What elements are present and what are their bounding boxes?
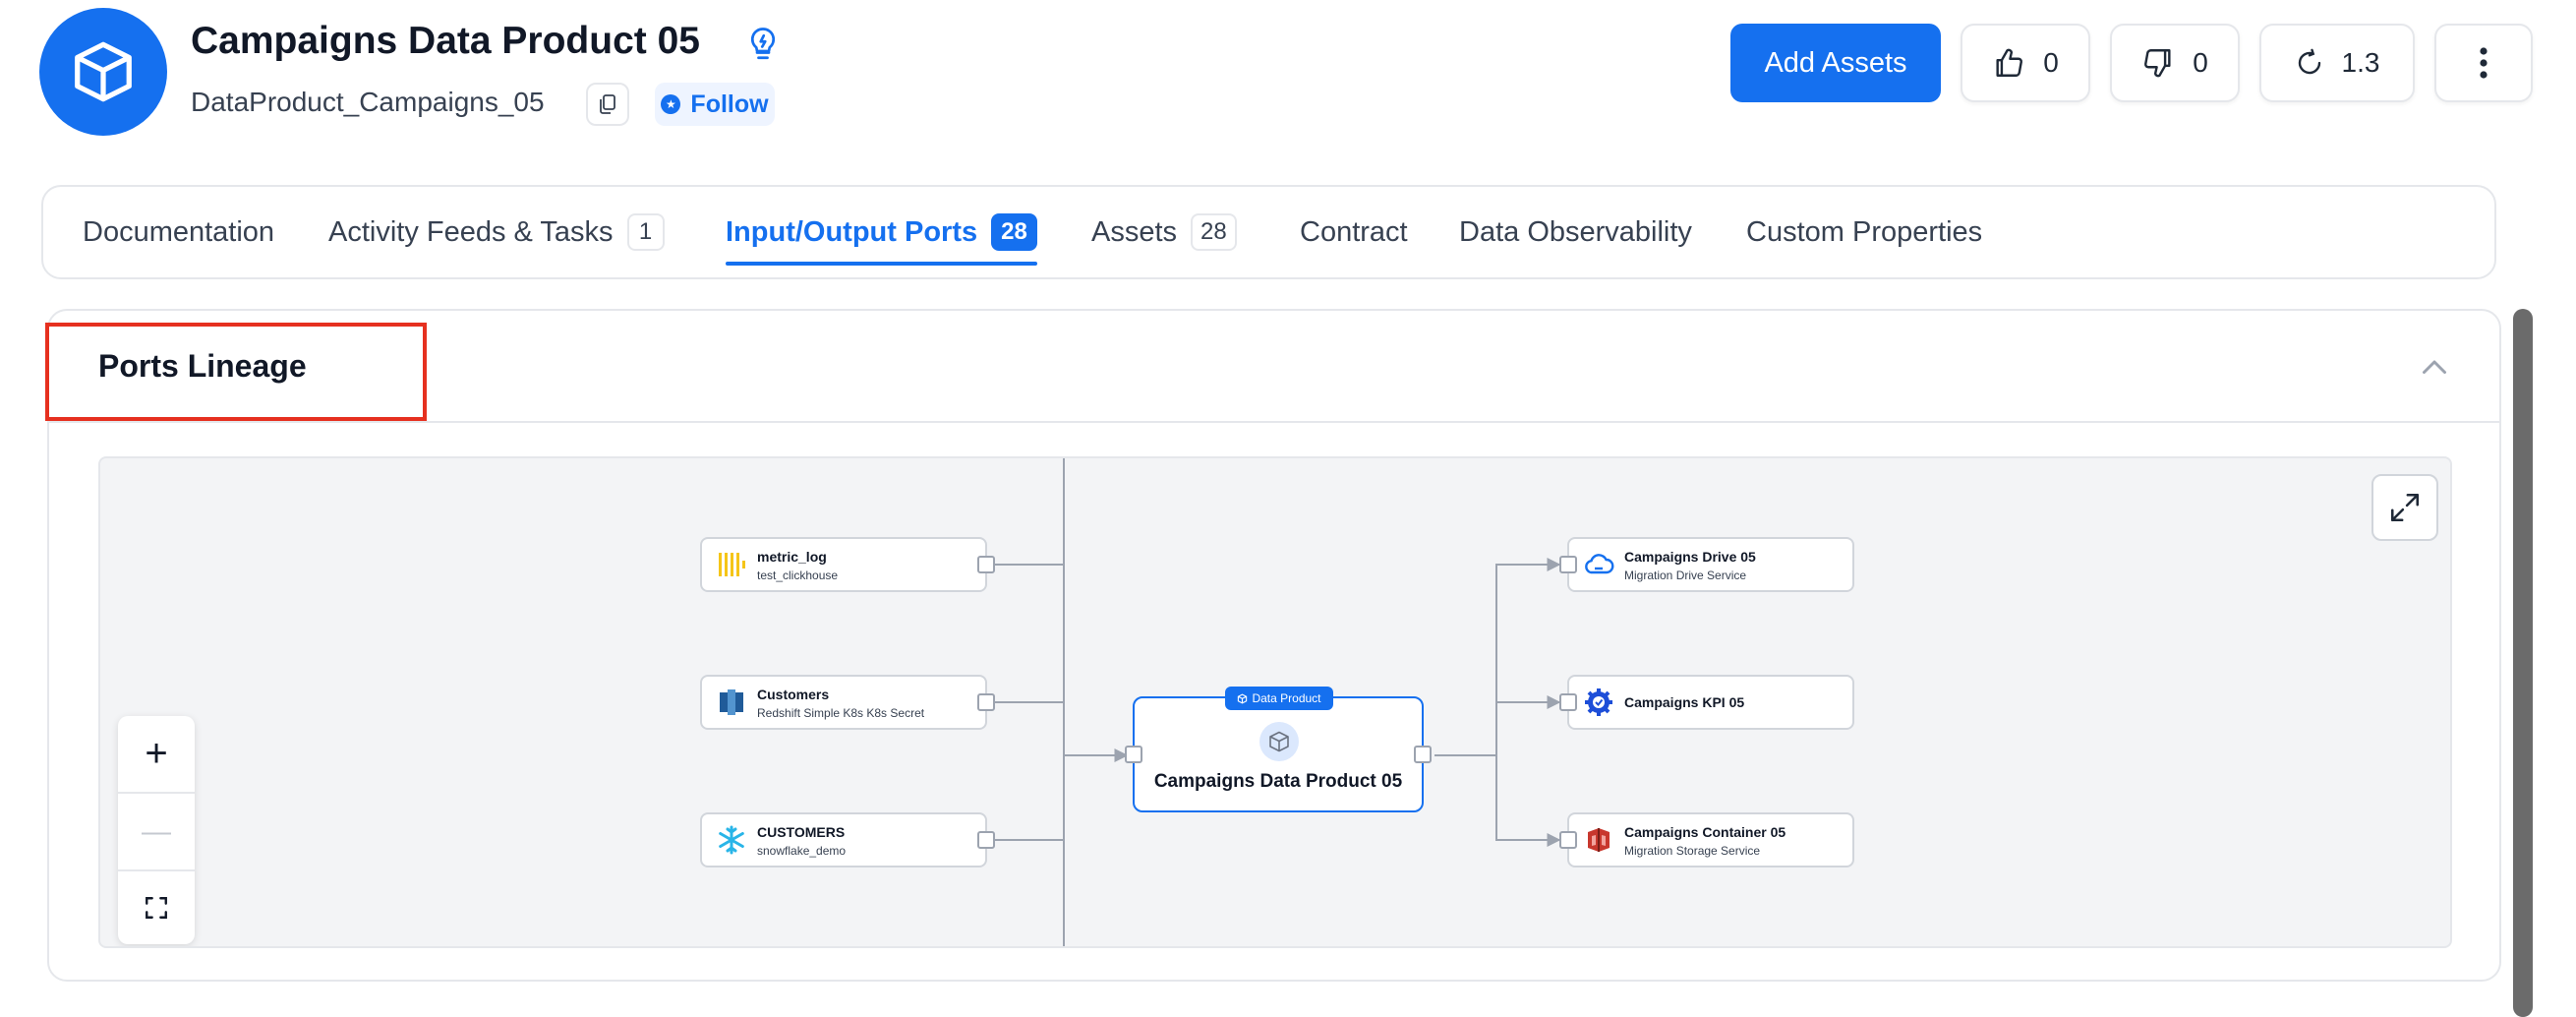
chevron-up-icon[interactable] (2417, 350, 2452, 386)
ports-lineage-card: Ports Lineage metric_log test_clickhouse… (45, 309, 2501, 982)
tab-activity-feeds[interactable]: Activity Feeds & Tasks 1 (328, 187, 665, 277)
cube-icon (1238, 693, 1248, 703)
tab-assets[interactable]: Assets 28 (1091, 187, 1237, 277)
node-service: Redshift Simple K8s K8s Secret (757, 706, 925, 720)
fully-qualified-name: DataProduct_Campaigns_05 (191, 87, 545, 117)
tab-label: Input/Output Ports (726, 215, 978, 248)
tab-label: Activity Feeds & Tasks (328, 215, 614, 248)
cube-icon (39, 8, 167, 136)
lineage-canvas[interactable]: metric_log test_clickhouse Customers Red… (98, 456, 2452, 948)
output-node-campaigns-drive[interactable]: Campaigns Drive 05 Migration Drive Servi… (1559, 537, 1854, 592)
version-number: 1.3 (2341, 47, 2380, 78)
thumbs-down-icon (2144, 49, 2171, 78)
version-history-icon (2298, 48, 2320, 75)
version-button[interactable]: 1.3 (2259, 24, 2415, 102)
follow-button[interactable]: ★ Follow (655, 83, 775, 126)
lightbulb-icon[interactable] (745, 26, 781, 65)
node-handle[interactable] (1559, 693, 1577, 711)
node-handle[interactable] (977, 556, 995, 573)
tab-contract[interactable]: Contract (1300, 187, 1408, 277)
like-count: 0 (2043, 47, 2059, 78)
center-node-name: Campaigns Data Product 05 (1153, 771, 1403, 792)
node-service: Migration Storage Service (1624, 844, 1761, 858)
node-name: metric_log (757, 549, 827, 565)
fullscreen-button[interactable] (2371, 474, 2438, 541)
tab-label: Custom Properties (1746, 215, 1983, 248)
node-name: Customers (757, 687, 830, 702)
zoom-in-button[interactable]: + (118, 716, 195, 792)
tab-count-badge: 28 (1191, 213, 1237, 251)
container-icon (1588, 828, 1610, 852)
input-node-customers[interactable]: Customers Redshift Simple K8s K8s Secret (700, 675, 995, 730)
tab-custom-properties[interactable]: Custom Properties (1746, 187, 1982, 277)
center-node-data-product[interactable]: Data Product Campaigns Data Product 05 (1125, 687, 1432, 812)
dislike-count: 0 (2193, 47, 2208, 78)
follow-label: Follow (690, 90, 769, 118)
tab-label: Documentation (83, 215, 275, 248)
copy-icon (600, 94, 615, 114)
clickhouse-icon (719, 553, 745, 576)
input-node-metric-log[interactable]: metric_log test_clickhouse (700, 537, 995, 592)
like-button[interactable]: 0 (1961, 24, 2090, 102)
node-handle[interactable] (1125, 746, 1142, 763)
fit-view-icon (146, 896, 167, 919)
node-service: test_clickhouse (757, 568, 839, 582)
expand-icon (2390, 493, 2420, 522)
tab-input-output-ports[interactable]: Input/Output Ports 28 (726, 187, 1037, 277)
add-assets-button[interactable]: Add Assets (1730, 24, 1941, 102)
edge-output-3 (1495, 755, 1561, 847)
tab-count-badge: 28 (991, 213, 1037, 251)
copy-button[interactable] (586, 83, 629, 126)
data-product-tag-label: Data Product (1252, 691, 1321, 705)
page-title: Campaigns Data Product 05 (191, 20, 700, 62)
output-node-campaigns-container[interactable]: Campaigns Container 05 Migration Storage… (1559, 812, 1854, 867)
page-header: Campaigns Data Product 05 DataProduct_Ca… (0, 0, 2576, 177)
zoom-out-button[interactable]: — (118, 794, 195, 869)
dislike-button[interactable]: 0 (2110, 24, 2240, 102)
tab-label: Assets (1091, 215, 1178, 248)
edge-output-1 (1434, 558, 1561, 756)
node-handle[interactable] (1559, 556, 1577, 573)
node-handle[interactable] (1559, 831, 1577, 849)
node-service: snowflake_demo (757, 844, 847, 858)
tab-bar: Documentation Activity Feeds & Tasks 1 I… (41, 185, 2496, 279)
tab-documentation[interactable]: Documentation (83, 187, 274, 277)
cube-icon (1259, 722, 1299, 761)
node-name: Campaigns Container 05 (1624, 824, 1786, 840)
kpi-icon (1585, 688, 1612, 716)
output-node-campaigns-kpi[interactable]: Campaigns KPI 05 (1559, 675, 1854, 730)
node-name: Campaigns Drive 05 (1624, 549, 1756, 565)
data-product-tag: Data Product (1225, 687, 1333, 710)
node-name: CUSTOMERS (757, 824, 846, 840)
input-node-customers-snowflake[interactable]: CUSTOMERS snowflake_demo (700, 812, 995, 867)
node-name: Campaigns KPI 05 (1624, 694, 1745, 710)
drive-icon (1585, 554, 1614, 574)
star-icon: ★ (661, 94, 681, 114)
snowflake-icon (719, 825, 744, 855)
node-service: Migration Drive Service (1624, 568, 1747, 582)
zoom-controls: + — (118, 716, 195, 944)
ports-lineage-header[interactable]: Ports Lineage (45, 311, 2499, 423)
node-handle[interactable] (977, 693, 995, 711)
fit-view-button[interactable] (118, 869, 195, 945)
more-options-button[interactable] (2434, 24, 2533, 102)
tab-count-badge: 1 (626, 213, 665, 251)
thumbs-up-icon (1996, 48, 2023, 77)
tab-label: Contract (1300, 215, 1408, 248)
node-handle[interactable] (977, 831, 995, 849)
tab-data-observability[interactable]: Data Observability (1459, 187, 1692, 277)
kebab-menu-icon (2480, 47, 2488, 79)
tab-label: Data Observability (1459, 215, 1692, 248)
page-scrollbar[interactable] (2513, 309, 2533, 1017)
redshift-icon (720, 689, 743, 715)
ports-lineage-title: Ports Lineage (98, 348, 307, 384)
node-handle[interactable] (1414, 746, 1432, 763)
